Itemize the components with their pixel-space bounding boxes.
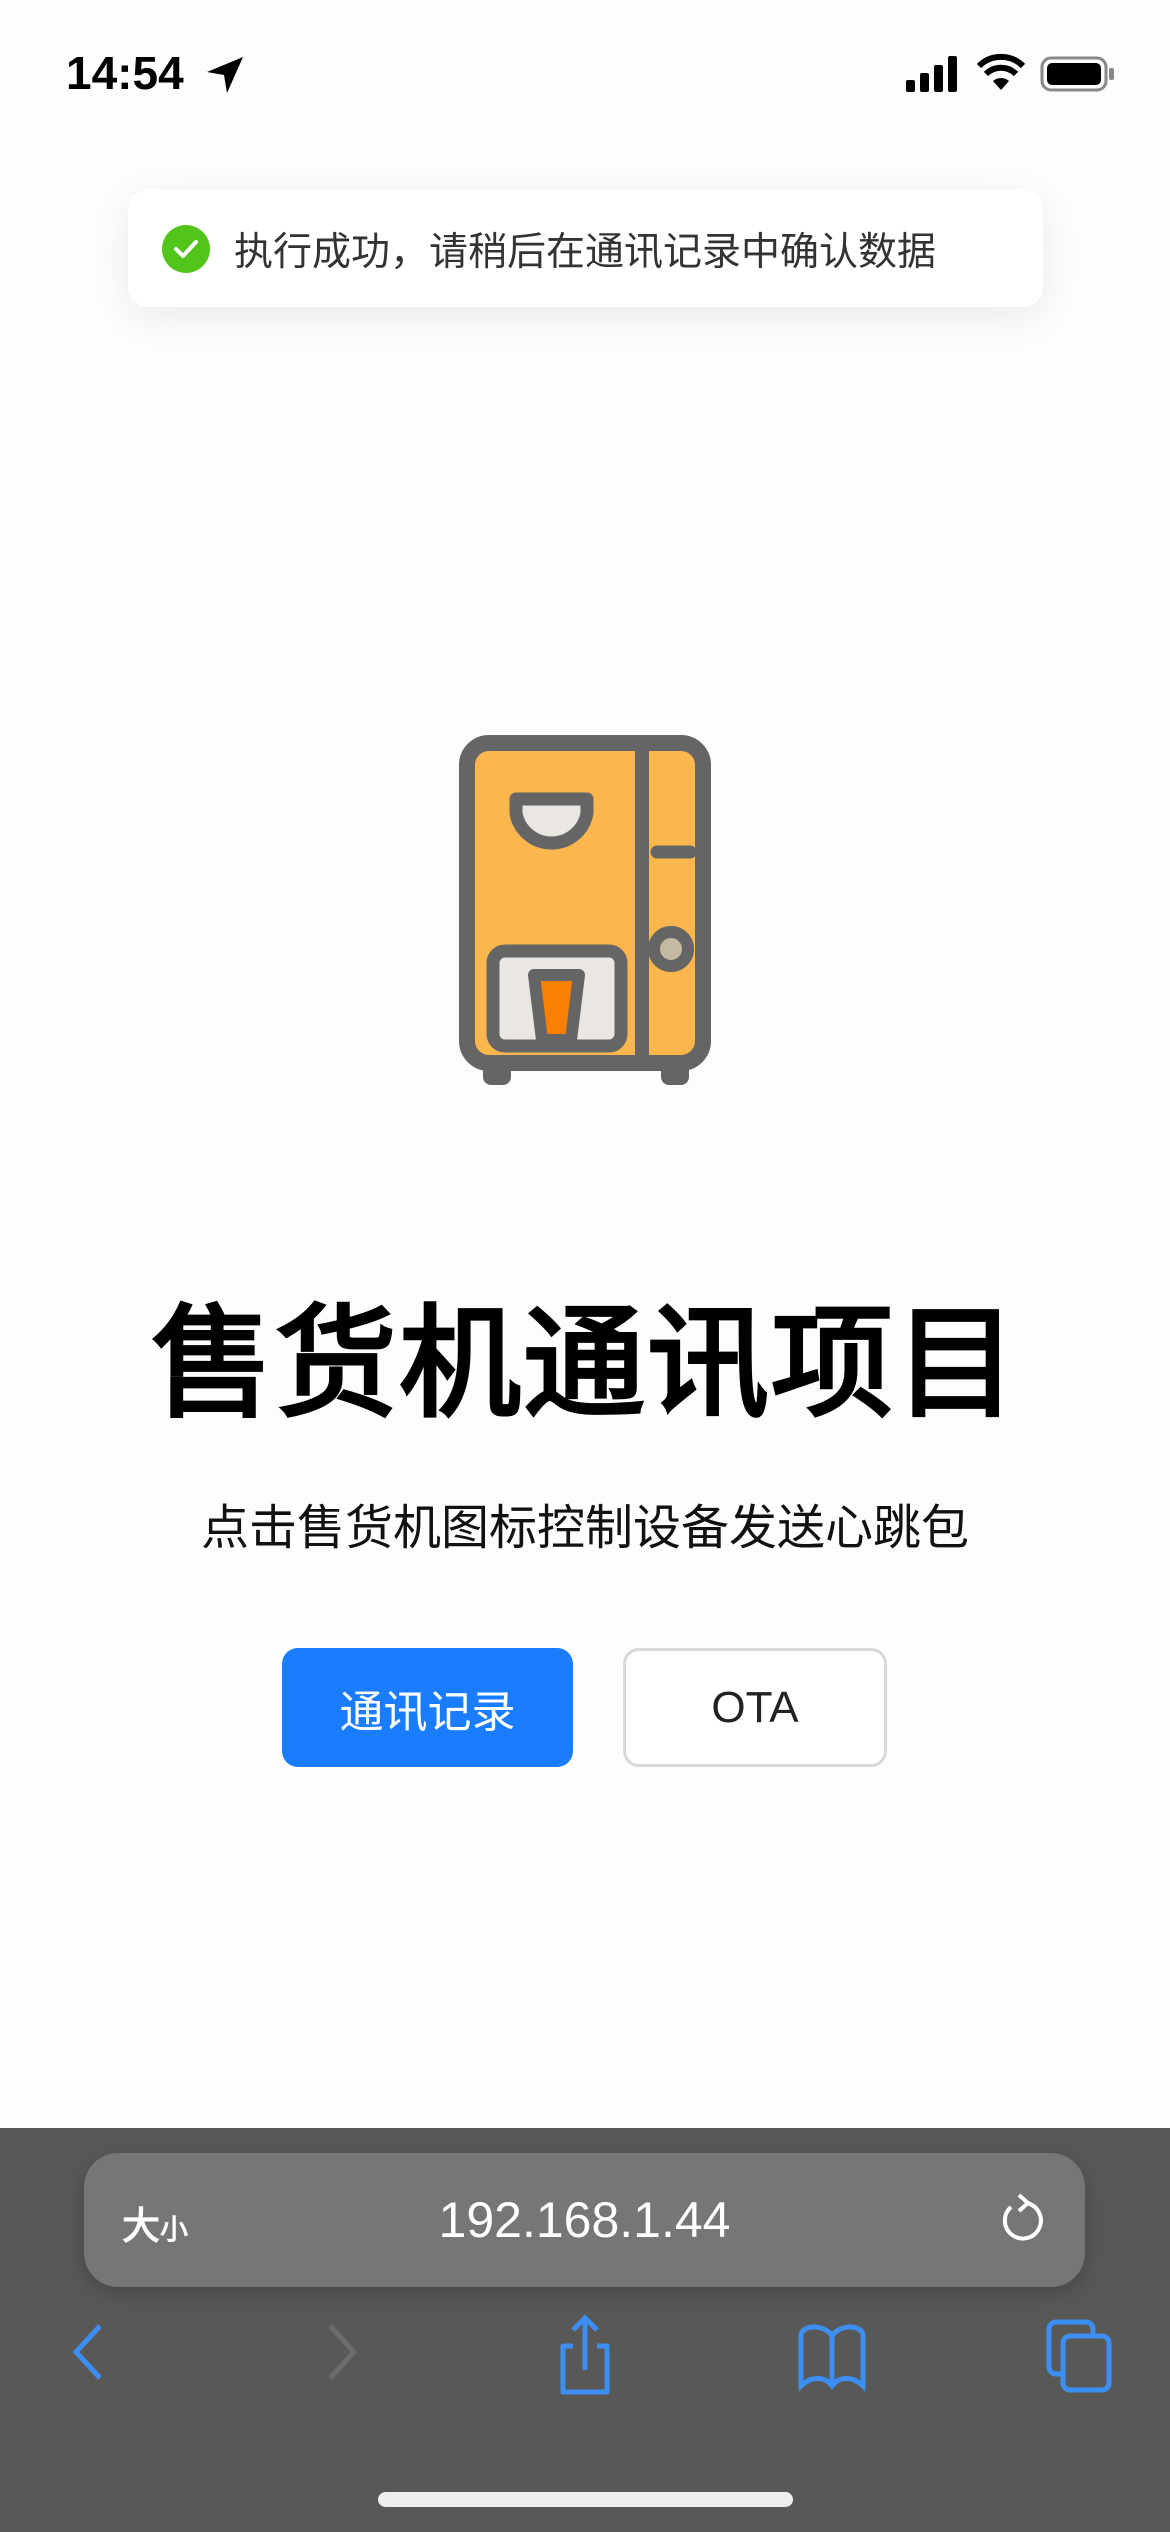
success-toast: 执行成功，请稍后在通讯记录中确认数据 (128, 190, 1043, 307)
home-indicator[interactable] (378, 2492, 793, 2507)
vending-machine-icon[interactable] (455, 735, 715, 1090)
status-bar: 14:54 (0, 0, 1170, 140)
location-arrow-icon (207, 57, 243, 93)
wifi-icon (976, 53, 1026, 90)
check-circle-icon (162, 224, 210, 273)
tabs-icon[interactable] (1045, 2318, 1115, 2394)
battery-icon (1040, 56, 1114, 92)
clock: 14:54 (66, 47, 184, 99)
url-text[interactable]: 192.168.1.44 (84, 2191, 1085, 2249)
ota-button[interactable]: OTA (623, 1648, 887, 1767)
page-title: 售货机通讯项目 (151, 1293, 1019, 1435)
page-subtitle: 点击售货机图标控制设备发送心跳包 (200, 1500, 969, 1556)
records-button[interactable]: 通讯记录 (282, 1648, 573, 1767)
reload-icon[interactable] (997, 2191, 1047, 2247)
toast-message: 执行成功，请稍后在通讯记录中确认数据 (234, 229, 937, 275)
bookmarks-icon[interactable] (795, 2318, 869, 2392)
address-bar[interactable]: 大小 192.168.1.44 (84, 2153, 1085, 2287)
cellular-signal-icon (906, 56, 957, 92)
share-icon[interactable] (555, 2312, 615, 2398)
forward-icon[interactable] (322, 2322, 362, 2382)
back-icon[interactable] (68, 2322, 108, 2382)
